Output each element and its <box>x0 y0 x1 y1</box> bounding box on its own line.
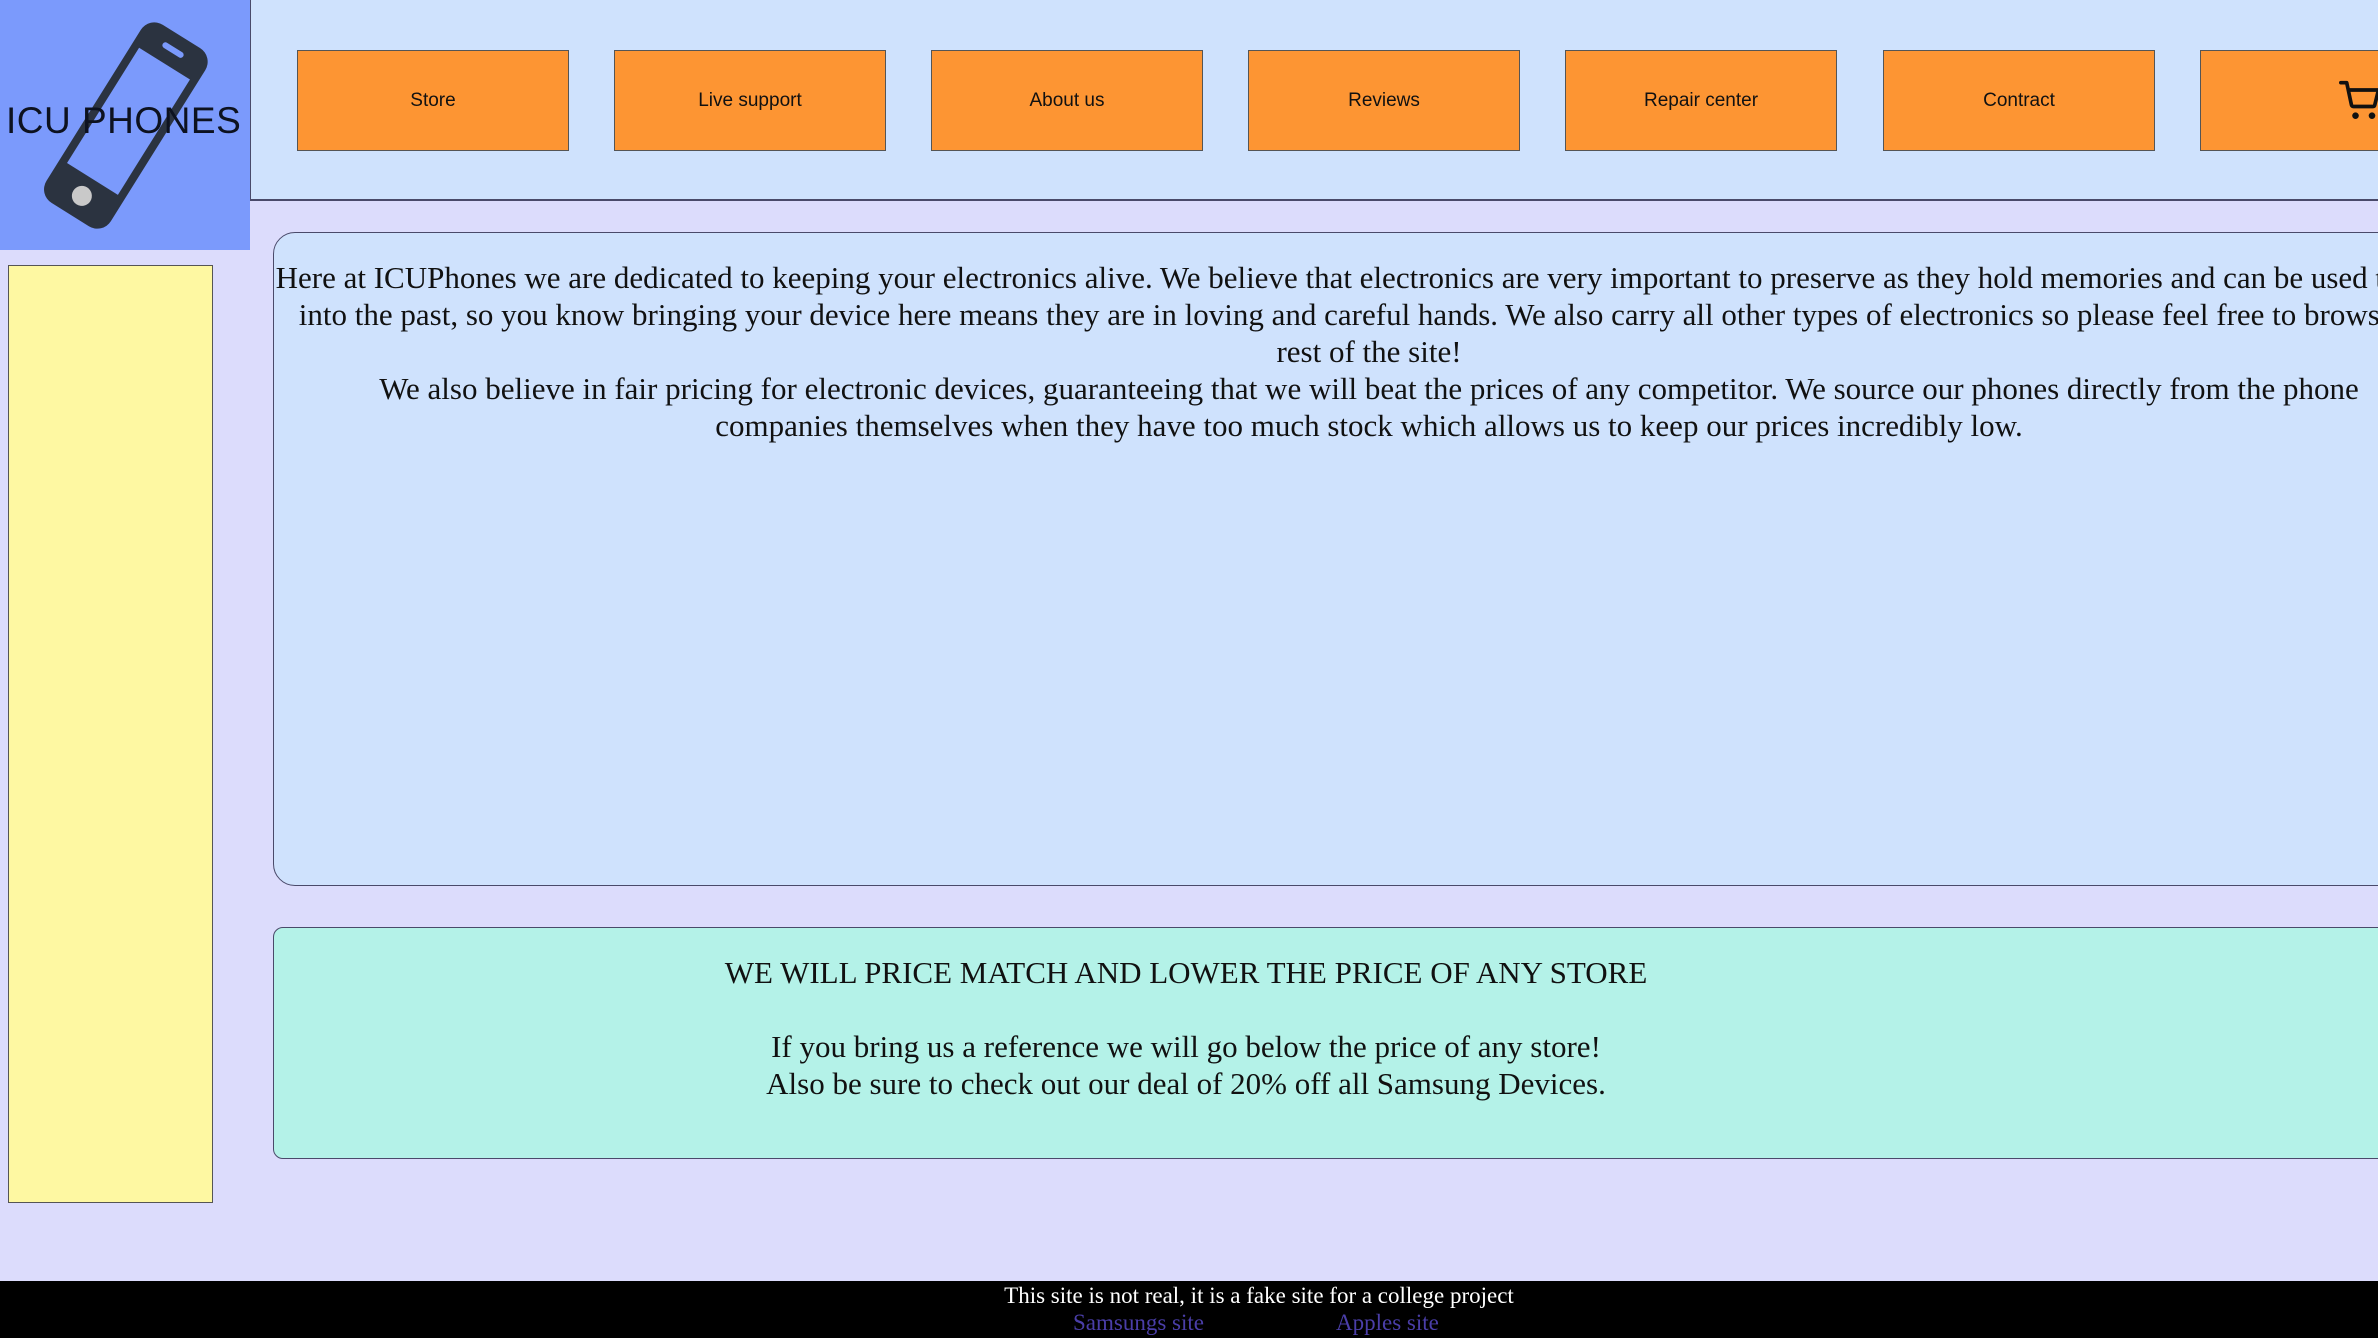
nav-store-button[interactable]: Store <box>297 50 569 151</box>
top-nav: Store Live support About us Reviews Repa… <box>250 0 2378 201</box>
price-match-content: WE WILL PRICE MATCH AND LOWER THE PRICE … <box>274 954 2098 1102</box>
about-text: Here at ICUPhones we are dedicated to ke… <box>274 259 2378 444</box>
logo-text: ICU PHONES <box>6 100 242 141</box>
about-paragraph-2: We also believe in fair pricing for elec… <box>379 371 2359 443</box>
nav-contract-button[interactable]: Contract <box>1883 50 2155 151</box>
apple-site-link[interactable]: Apples site <box>1336 1309 1439 1337</box>
about-panel: Here at ICUPhones we are dedicated to ke… <box>273 232 2378 886</box>
cart-button[interactable] <box>2200 50 2378 151</box>
nav-live-support-button[interactable]: Live support <box>614 50 886 151</box>
nav-reviews-button[interactable]: Reviews <box>1248 50 1520 151</box>
samsung-site-link[interactable]: Samsungs site <box>1073 1309 1204 1337</box>
nav-repair-center-button[interactable]: Repair center <box>1565 50 1837 151</box>
sidebar <box>8 265 213 1203</box>
price-match-panel: WE WILL PRICE MATCH AND LOWER THE PRICE … <box>273 927 2378 1159</box>
footer-disclaimer: This site is not real, it is a fake site… <box>1004 1283 1514 1308</box>
shopping-cart-icon <box>2339 80 2378 119</box>
samsung-deal-line: Also be sure to check out our deal of 20… <box>766 1066 1606 1101</box>
price-match-line-1: If you bring us a reference we will go b… <box>771 1029 1601 1064</box>
footer: This site is not real, it is a fake site… <box>0 1281 2378 1338</box>
price-match-heading: WE WILL PRICE MATCH AND LOWER THE PRICE … <box>724 955 1648 990</box>
about-paragraph-1: Here at ICUPhones we are dedicated to ke… <box>275 260 2378 369</box>
site-logo[interactable]: ICU PHONES <box>0 0 250 250</box>
nav-about-us-button[interactable]: About us <box>931 50 1203 151</box>
page: ICU PHONES Store Live support About us R… <box>0 0 2378 1338</box>
